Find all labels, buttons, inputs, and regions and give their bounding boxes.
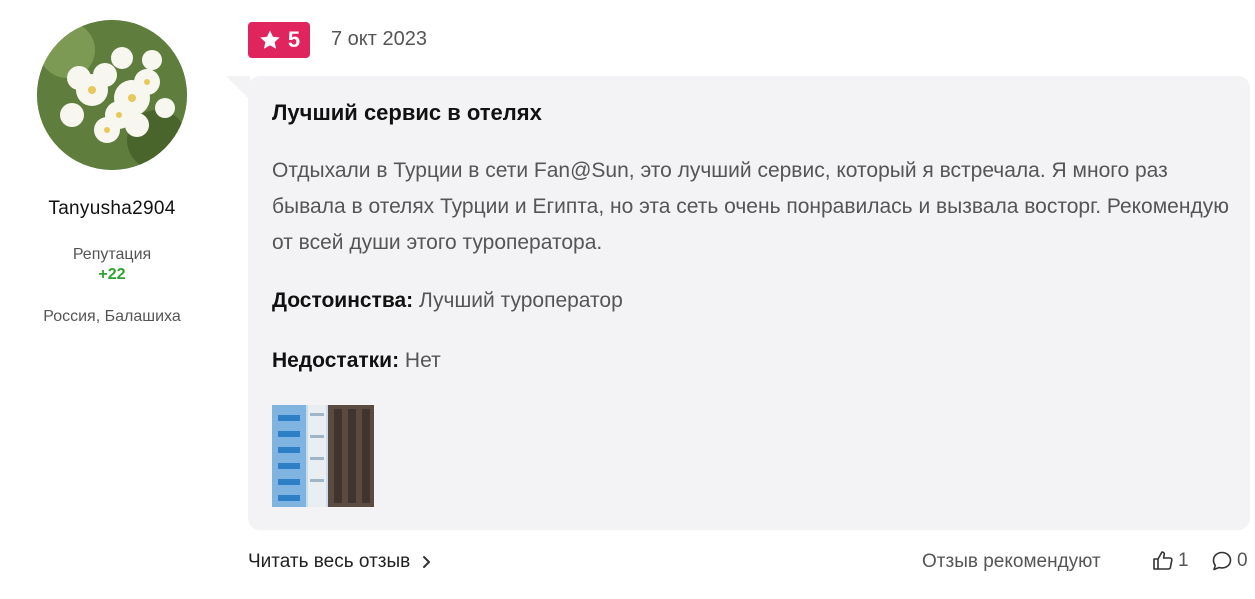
author-panel: Tanyusha2904 Репутация +22 Россия, Балаш… (16, 20, 208, 326)
read-more-label: Читать весь отзыв (248, 551, 411, 572)
username[interactable]: Tanyusha2904 (48, 198, 175, 220)
review-text: Отдыхали в Турции в сети Fan@Sun, это лу… (272, 159, 1229, 254)
reputation-label: Репутация (72, 246, 152, 263)
comments-count: 0 (1237, 550, 1248, 571)
pros-row: Достоинства: Лучший туроператор (272, 289, 623, 313)
thumbs-up-icon (1153, 551, 1173, 570)
cons-label: Недостатки: (272, 349, 400, 372)
review-title[interactable]: Лучший сервис в отелях (272, 100, 542, 126)
like-button[interactable]: 1 (1151, 549, 1189, 573)
bubble-tail (226, 76, 250, 100)
rating-value: 5 (287, 27, 301, 52)
author-location: Россия, Балашиха (43, 308, 181, 325)
rating-badge: 5 (248, 22, 310, 58)
star-icon (260, 30, 280, 49)
review-date: 7 окт 2023 (331, 28, 427, 50)
reputation-value: +22 (98, 266, 126, 283)
comments-button[interactable]: 0 (1210, 549, 1248, 573)
read-full-review-link[interactable]: Читать весь отзыв (248, 551, 432, 573)
cons-value: Нет (404, 349, 441, 372)
cons-row: Недостатки: Нет (272, 349, 441, 373)
likes-count: 1 (1178, 550, 1189, 571)
review-card: Tanyusha2904 Репутация +22 Россия, Балаш… (0, 0, 1255, 599)
avatar-image (37, 20, 187, 170)
chevron-right-icon (423, 556, 431, 568)
comment-icon (1212, 551, 1232, 571)
hotel-photo-image (272, 405, 374, 507)
pros-value: Лучший туроператор (419, 289, 623, 312)
pros-label: Достоинства: (272, 289, 414, 312)
review-photo[interactable] (272, 405, 374, 507)
avatar[interactable] (37, 20, 187, 170)
recommend-label: Отзыв рекомендуют (922, 551, 1101, 572)
